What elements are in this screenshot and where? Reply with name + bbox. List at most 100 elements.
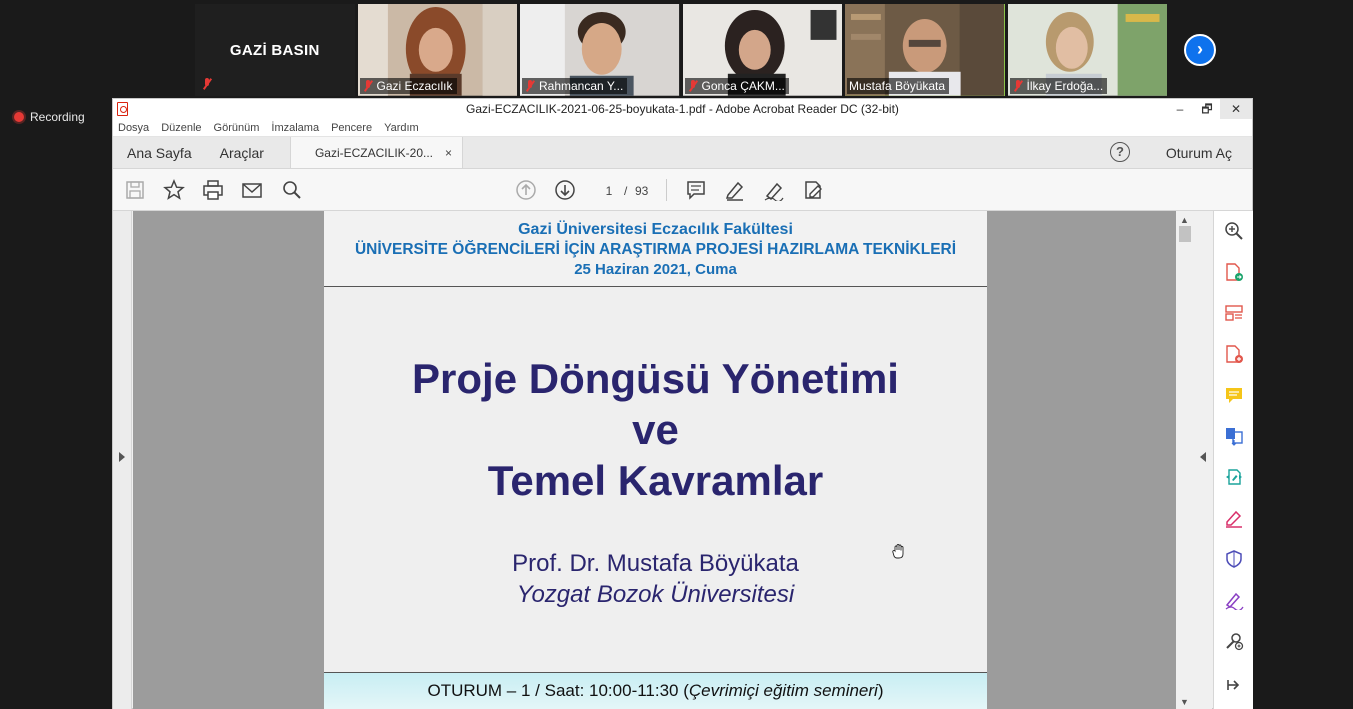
recording-indicator[interactable]: Recording	[14, 110, 85, 124]
page-separator: /	[624, 184, 628, 198]
session-close: )	[877, 681, 884, 700]
search-icon[interactable]	[281, 179, 303, 201]
combine-files-icon[interactable]	[1224, 426, 1244, 446]
tab-document-label: Gazi-ECZACILIK-20...	[314, 145, 433, 160]
toolbar-divider	[666, 179, 667, 201]
protect-shield-icon[interactable]	[1224, 549, 1244, 569]
tab-tools[interactable]: Araçlar	[206, 137, 278, 168]
mic-muted-icon	[201, 78, 213, 90]
export-pdf-icon[interactable]	[1224, 262, 1244, 282]
slide-date: 25 Haziran 2021, Cuma	[574, 261, 737, 278]
participant-tile-gonca[interactable]: Gonca ÇAKM...	[682, 4, 842, 96]
mic-muted-icon	[1012, 80, 1024, 92]
window-titlebar[interactable]: Gazi-ECZACILIK-2021-06-25-boyukata-1.pdf…	[113, 99, 1252, 119]
participant-label: Rahmancan Y...	[522, 78, 628, 94]
pdf-page: Gazi Üniversitesi Eczacılık Fakültesi ÜN…	[324, 211, 987, 709]
close-window-button[interactable]: ✕	[1220, 99, 1252, 119]
document-canvas[interactable]: Gazi Üniversitesi Eczacılık Fakültesi ÜN…	[133, 211, 1176, 709]
previous-page-icon[interactable]	[515, 179, 537, 201]
next-page-icon[interactable]	[554, 179, 576, 201]
vertical-scrollbar[interactable]: ▲ ▼	[1176, 211, 1194, 709]
slide-author: Prof. Dr. Mustafa Böyükata	[512, 550, 799, 577]
mic-muted-icon	[687, 80, 699, 92]
maximize-button[interactable]: 🗗	[1194, 99, 1220, 119]
bookmark-star-icon[interactable]	[163, 179, 185, 201]
slide-session-footer: OTURUM – 1 / Saat: 10:00-11:30 (Çevrimiç…	[324, 672, 987, 709]
chevron-right-icon: ›	[1197, 39, 1203, 59]
main-toolbar: 1 / 93	[113, 169, 1252, 211]
mic-muted-icon	[362, 80, 374, 92]
participant-label: Gazi Eczacılık	[359, 78, 457, 94]
hand-tool-cursor-icon	[892, 544, 904, 559]
recording-dot-icon	[14, 112, 24, 122]
participant-name: İlkay Erdoğa...	[1026, 79, 1104, 93]
mic-muted-icon	[524, 80, 536, 92]
minimize-button[interactable]: –	[1166, 99, 1194, 119]
close-tab-icon[interactable]: ×	[445, 146, 452, 160]
save-icon[interactable]	[124, 179, 146, 201]
fill-sign-icon[interactable]	[802, 179, 824, 201]
print-icon[interactable]	[202, 179, 224, 201]
comment-tool-icon[interactable]	[1224, 385, 1244, 405]
tools-pane	[1213, 211, 1253, 709]
participant-name: Rahmancan Y...	[539, 79, 624, 93]
slide-header: Gazi Üniversitesi Eczacılık Fakültesi ÜN…	[324, 211, 987, 287]
create-pdf-icon[interactable]	[1224, 344, 1244, 364]
slide-title-line3: Temel Kavramlar	[487, 457, 824, 504]
email-icon[interactable]	[241, 179, 263, 201]
request-signature-icon[interactable]	[1224, 590, 1244, 610]
expand-left-pane-icon	[119, 452, 125, 462]
menu-help[interactable]: Yardım	[384, 122, 419, 134]
participant-tile-gazi-eczacilik[interactable]: Gazi Eczacılık	[357, 4, 517, 96]
menu-window[interactable]: Pencere	[331, 122, 372, 134]
participant-name: GAZİ BASIN	[229, 41, 320, 59]
scrollbar-thumb[interactable]	[1179, 226, 1191, 242]
participant-label: İlkay Erdoğa...	[1009, 78, 1108, 94]
slide-title-line1: Proje Döngüsü Yönetimi	[412, 355, 899, 402]
gallery-next-page-button[interactable]: ›	[1184, 34, 1216, 66]
sign-pen-icon[interactable]	[763, 179, 785, 201]
video-gallery: GAZİ BASIN Gazi Eczacılık Rahmancan Y...…	[195, 4, 1170, 96]
tab-bar: Ana Sayfa Araçlar Gazi-ECZACILIK-20... ×…	[113, 137, 1252, 169]
menu-sign[interactable]: İmzalama	[271, 122, 319, 134]
slide-affiliation: Yozgat Bozok Üniversitesi	[516, 581, 795, 608]
acrobat-reader-window: Gazi-ECZACILIK-2021-06-25-boyukata-1.pdf…	[112, 98, 1253, 709]
menu-view[interactable]: Görünüm	[214, 122, 260, 134]
comment-icon[interactable]	[685, 179, 707, 201]
organize-pages-icon[interactable]	[1224, 303, 1244, 323]
highlight-pen-icon[interactable]	[724, 179, 746, 201]
more-tools-icon[interactable]	[1224, 631, 1244, 651]
participant-tile-mustafa-active-speaker[interactable]: Mustafa Böyükata	[845, 4, 1005, 96]
scroll-down-icon[interactable]: ▼	[1180, 697, 1189, 707]
slide-faculty: Gazi Üniversitesi Eczacılık Fakültesi	[518, 221, 793, 238]
participant-label: Mustafa Böyükata	[847, 78, 950, 94]
left-navigation-pane-toggle[interactable]	[113, 211, 132, 709]
participant-tile-rahmancan[interactable]: Rahmancan Y...	[520, 4, 680, 96]
collapse-tools-pane-icon[interactable]	[1224, 675, 1244, 695]
zoom-meeting-screen: GAZİ BASIN Gazi Eczacılık Rahmancan Y...…	[0, 0, 1353, 709]
zoom-in-icon[interactable]	[1224, 221, 1244, 241]
participant-label	[199, 76, 217, 92]
sign-in-button[interactable]: Oturum Aç	[1166, 145, 1232, 161]
document-workarea: Gazi Üniversitesi Eczacılık Fakültesi ÜN…	[113, 211, 1253, 709]
recording-label: Recording	[30, 110, 85, 124]
menu-edit[interactable]: Düzenle	[161, 122, 201, 134]
fill-and-sign-icon[interactable]	[1224, 508, 1244, 528]
participant-name: Mustafa Böyükata	[849, 79, 946, 93]
session-text: OTURUM – 1 / Saat: 10:00-11:30 (	[427, 681, 689, 700]
menu-file[interactable]: Dosya	[118, 122, 149, 134]
slide-main-title: Proje Döngüsü Yönetimi ve Temel Kavramla…	[324, 353, 987, 506]
collapse-right-pane-icon	[1200, 452, 1206, 462]
participant-tile-gazi-basin[interactable]: GAZİ BASIN	[195, 4, 355, 96]
participant-name: Gonca ÇAKM...	[701, 79, 785, 93]
session-type: Çevrimiçi eğitim semineri	[688, 681, 878, 700]
scroll-up-icon[interactable]: ▲	[1180, 215, 1189, 225]
participant-label: Gonca ÇAKM...	[684, 78, 789, 94]
tab-document[interactable]: Gazi-ECZACILIK-20... ×	[289, 137, 464, 168]
help-icon[interactable]: ?	[1110, 142, 1130, 162]
page-number-input[interactable]: 1	[594, 181, 624, 201]
tab-home[interactable]: Ana Sayfa	[113, 137, 206, 168]
right-pane-collapse-toggle[interactable]	[1194, 211, 1212, 709]
participant-tile-ilkay[interactable]: İlkay Erdoğa...	[1007, 4, 1167, 96]
edit-pdf-icon[interactable]	[1224, 467, 1244, 487]
